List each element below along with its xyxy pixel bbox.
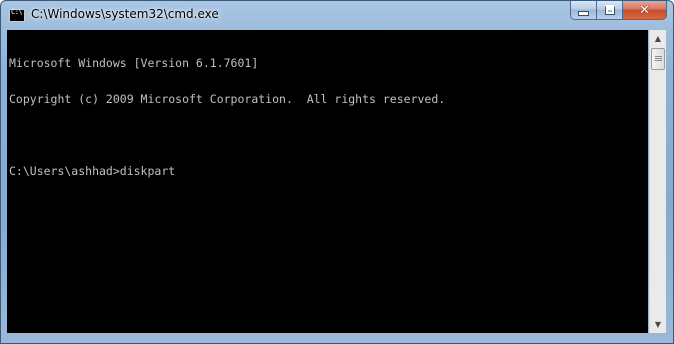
minimize-icon — [578, 10, 589, 16]
scroll-down-button[interactable]: ▼ — [650, 316, 666, 333]
console-line: Microsoft Windows [Version 6.1.7601] — [9, 56, 259, 70]
console-prompt-line[interactable]: C:\Users\ashhad>diskpart — [9, 165, 445, 177]
thumb-grip-line — [655, 60, 662, 61]
window-bottom-border — [7, 333, 667, 339]
scroll-up-arrow-icon: ▲ — [654, 34, 662, 43]
window-controls: ✕ — [570, 1, 667, 21]
window-title: C:\Windows\system32\cmd.exe — [31, 7, 219, 21]
maximize-button[interactable] — [597, 1, 623, 20]
console-output[interactable]: Microsoft Windows [Version 6.1.7601] Cop… — [7, 30, 648, 333]
close-button[interactable]: ✕ — [623, 1, 667, 20]
scroll-down-arrow-icon: ▼ — [654, 320, 662, 329]
console-text: Microsoft Windows [Version 6.1.7601] Cop… — [9, 33, 445, 201]
scrollbar-thumb[interactable] — [651, 48, 665, 70]
cmd-app-icon-label: C:\ — [11, 8, 23, 16]
scroll-up-button[interactable]: ▲ — [650, 30, 666, 47]
thumb-grip-line — [655, 58, 662, 59]
cmd-app-icon[interactable]: C:\ — [9, 8, 25, 22]
vertical-scrollbar[interactable]: ▲ ▼ — [649, 30, 666, 333]
minimize-button[interactable] — [570, 1, 597, 20]
close-icon: ✕ — [639, 2, 650, 18]
thumb-grip-line — [655, 56, 662, 57]
maximize-icon — [604, 5, 615, 15]
console-line: Copyright (c) 2009 Microsoft Corporation… — [9, 92, 446, 106]
cmd-window: C:\ C:\Windows\system32\cmd.exe ✕ Micros… — [0, 0, 674, 344]
title-bar[interactable]: C:\ C:\Windows\system32\cmd.exe ✕ — [1, 1, 673, 31]
